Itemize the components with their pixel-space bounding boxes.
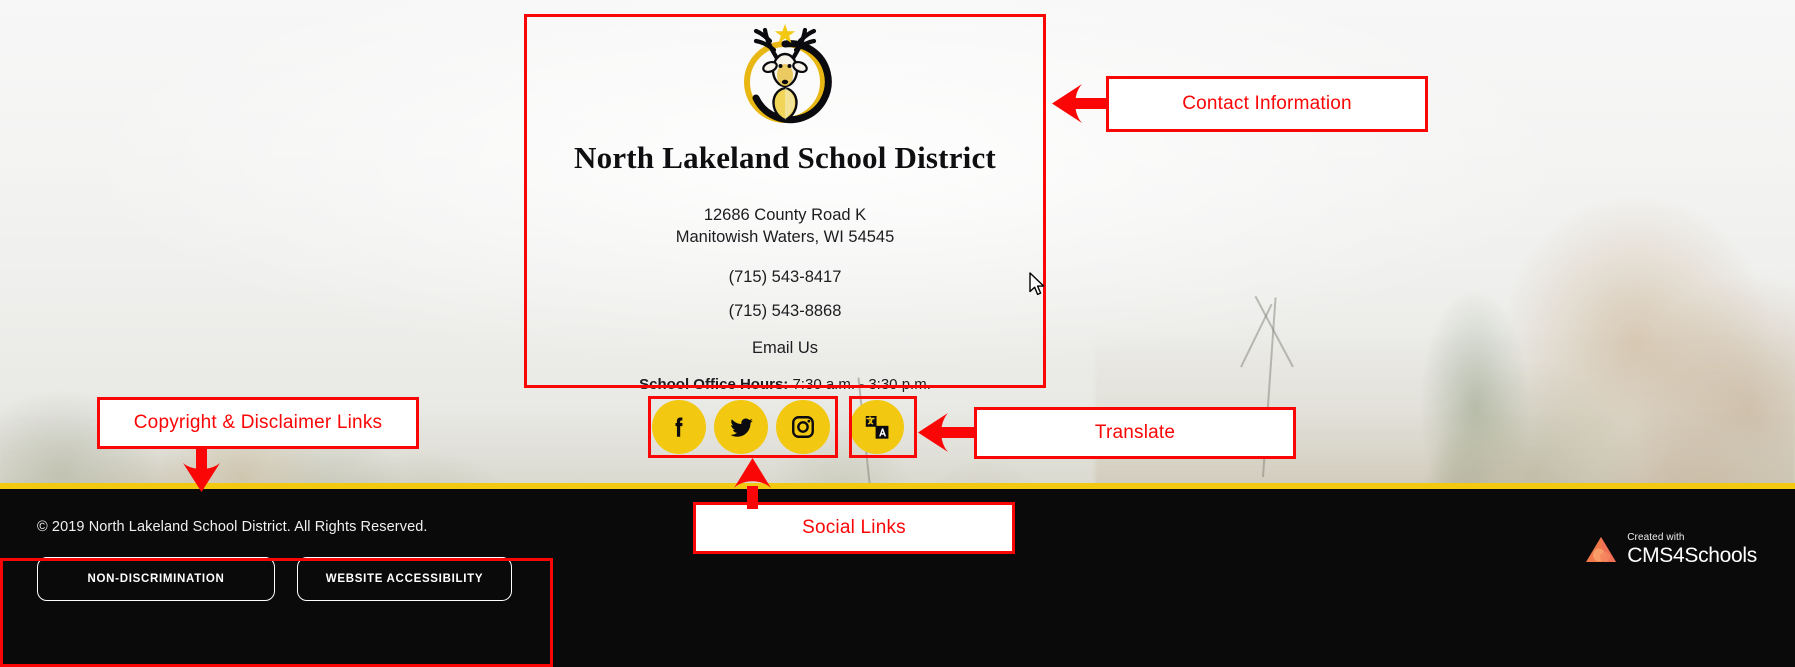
copyright-text: © 2019 North Lakeland School District. A… bbox=[37, 519, 428, 535]
cms4schools-logo[interactable]: Created with CMS4Schools bbox=[1584, 532, 1757, 567]
annotation-label-copyright-disclaimer-links: Copyright & Disclaimer Links bbox=[97, 397, 419, 449]
cms4schools-text: Created with CMS4Schools bbox=[1627, 532, 1757, 567]
footer-contact-block: North Lakeland School District 12686 Cou… bbox=[524, 14, 1046, 393]
annotation-label-translate: Translate bbox=[974, 407, 1296, 459]
address-block: 12686 County Road K Manitowish Waters, W… bbox=[524, 204, 1046, 248]
phone-secondary[interactable]: (715) 543-8868 bbox=[524, 302, 1046, 321]
cms-created-with-label: Created with bbox=[1627, 532, 1685, 543]
non-discrimination-link[interactable]: NON-DISCRIMINATION bbox=[37, 557, 275, 601]
footer-screenshot: North Lakeland School District 12686 Cou… bbox=[0, 0, 1795, 667]
social-links-row bbox=[652, 400, 904, 454]
district-name: North Lakeland School District bbox=[574, 140, 996, 175]
social-link-instagram[interactable] bbox=[776, 400, 830, 454]
office-hours-value: 7:30 a.m. - 3:30 p.m. bbox=[788, 376, 931, 393]
cms4schools-mark-icon bbox=[1586, 536, 1617, 562]
annotation-label-contact-information: Contact Information bbox=[1106, 76, 1428, 132]
address-line-2: Manitowish Waters, WI 54545 bbox=[675, 228, 895, 246]
office-hours-label: School Office Hours: bbox=[639, 376, 789, 393]
social-link-facebook[interactable] bbox=[652, 400, 706, 454]
twitter-icon bbox=[729, 418, 753, 437]
footer-link-row: NON-DISCRIMINATION WEBSITE ACCESSIBILITY bbox=[37, 557, 512, 601]
office-hours: School Office Hours: 7:30 a.m. - 3:30 p.… bbox=[524, 376, 1046, 393]
cms-brand-name: CMS4Schools bbox=[1627, 543, 1757, 567]
deer-head-logo-icon bbox=[744, 24, 832, 124]
instagram-icon bbox=[792, 416, 814, 438]
email-us-link[interactable]: Email Us bbox=[752, 339, 818, 358]
district-logo bbox=[524, 20, 1046, 124]
facebook-icon bbox=[675, 417, 683, 437]
translate-icon bbox=[865, 416, 889, 439]
address-line-1: 12686 County Road K bbox=[703, 206, 867, 224]
social-link-twitter[interactable] bbox=[714, 400, 768, 454]
annotation-label-social-links: Social Links bbox=[693, 502, 1015, 554]
website-accessibility-link[interactable]: WEBSITE ACCESSIBILITY bbox=[297, 557, 512, 601]
translate-button[interactable] bbox=[850, 400, 904, 454]
phone-primary[interactable]: (715) 543-8417 bbox=[524, 268, 1046, 287]
mouse-cursor bbox=[1029, 272, 1045, 296]
